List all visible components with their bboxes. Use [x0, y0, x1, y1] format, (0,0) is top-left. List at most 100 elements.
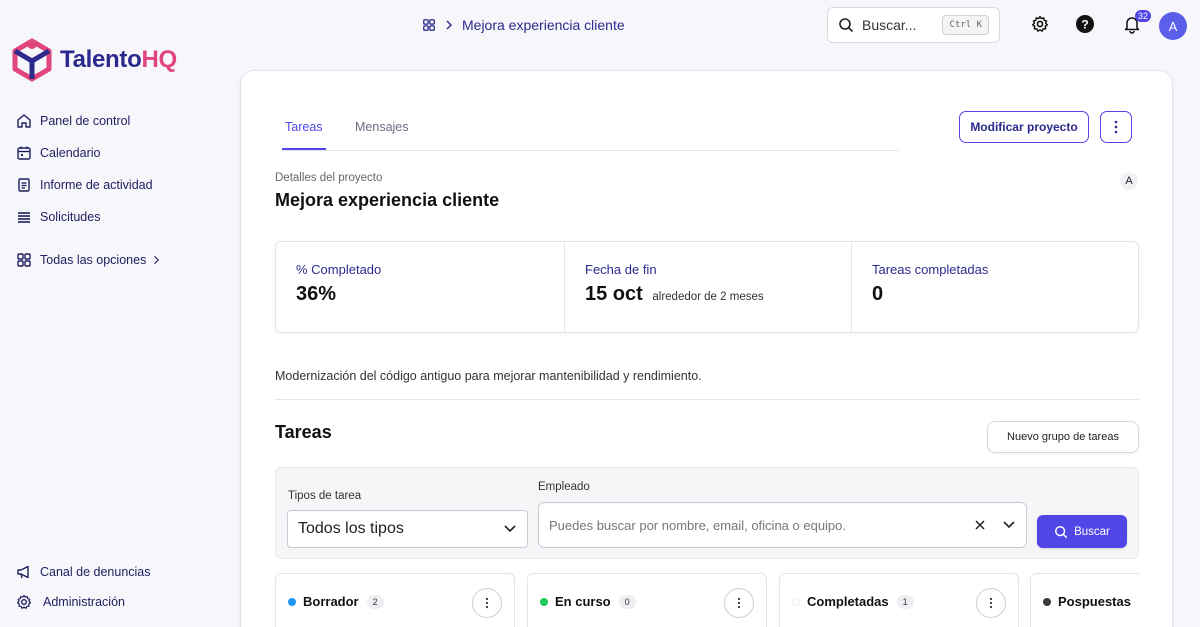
search-icon — [839, 18, 854, 33]
help-icon[interactable]: ? — [1075, 14, 1095, 34]
column-header: Pospuestas — [1043, 594, 1131, 609]
employee-input-controls — [974, 519, 1016, 531]
grid-icon[interactable] — [422, 18, 436, 32]
sidebar-item-panel-de-control[interactable]: Panel de control — [16, 110, 170, 132]
stat-completed-percent: % Completado 36% — [276, 242, 565, 332]
sidebar-item-calendario[interactable]: Calendario — [16, 142, 170, 164]
column-name: Completadas — [807, 594, 889, 609]
notifications-badge: 32 — [1135, 10, 1152, 22]
status-dot — [792, 597, 800, 606]
column-name: En curso — [555, 594, 611, 609]
stat-completed-tasks: Tareas completadas 0 — [852, 242, 1138, 332]
project-stats: % Completado 36% Fecha de fin 15 oct alr… — [275, 241, 1139, 333]
logo-text: TalentoHQ — [60, 46, 177, 74]
stat-value: 15 oct — [585, 283, 643, 305]
edit-project-button[interactable]: Modificar proyecto — [959, 111, 1089, 143]
avatar[interactable]: A — [1159, 12, 1187, 40]
sidebar: TalentoHQ Panel de control Calendario In… — [0, 0, 240, 627]
project-panel: Tareas Mensajes Modificar proyecto Detal… — [240, 70, 1173, 627]
chevron-right-icon — [154, 255, 160, 265]
column-menu-button[interactable] — [472, 588, 502, 618]
clear-icon[interactable] — [974, 519, 986, 531]
sidebar-item-label: Calendario — [40, 146, 101, 160]
employee-placeholder: Puedes buscar por nombre, email, oficina… — [549, 517, 847, 533]
megaphone-icon — [17, 565, 29, 579]
task-column-en-curso: En curso 0 — [527, 573, 767, 627]
search-shortcut: Ctrl K — [942, 15, 989, 35]
project-description: Modernización del código antiguo para me… — [275, 369, 702, 383]
stat-value-wrap: 15 oct alrededor de 2 meses — [585, 283, 831, 306]
search-placeholder: Buscar... — [862, 17, 917, 33]
column-name: Borrador — [303, 594, 359, 609]
employee-label: Empleado — [538, 481, 590, 493]
tab-tareas[interactable]: Tareas — [285, 120, 323, 134]
task-column-borrador: Borrador 2 — [275, 573, 515, 627]
stat-value: 0 — [872, 283, 884, 305]
column-menu-button[interactable] — [724, 588, 754, 618]
report-icon — [18, 178, 30, 192]
more-vertical-icon — [485, 597, 489, 609]
more-vertical-icon — [989, 597, 993, 609]
logo-icon — [12, 38, 52, 82]
chevron-down-icon[interactable] — [1002, 520, 1016, 530]
column-menu-button[interactable] — [976, 588, 1006, 618]
search-input[interactable]: Buscar... Ctrl K — [827, 7, 1000, 43]
stat-end-date: Fecha de fin 15 oct alrededor de 2 meses — [565, 242, 852, 332]
sidebar-item-label: Panel de control — [40, 114, 131, 128]
project-subtitle: Detalles del proyecto — [275, 172, 383, 184]
sidebar-item-canal-de-denuncias[interactable]: Canal de denuncias — [16, 561, 151, 583]
sidebar-item-label: Todas las opciones — [40, 253, 147, 267]
new-task-group-button[interactable]: Nuevo grupo de tareas — [987, 421, 1139, 453]
sidebar-item-administracion[interactable]: Administración — [16, 591, 151, 613]
sidebar-nav: Panel de control Calendario Informe de a… — [16, 110, 170, 281]
task-type-label: Tipos de tarea — [288, 490, 362, 502]
sidebar-item-informe-de-actividad[interactable]: Informe de actividad — [16, 174, 170, 196]
sidebar-item-solicitudes[interactable]: Solicitudes — [16, 206, 170, 228]
divider — [275, 399, 1139, 400]
sidebar-item-label: Informe de actividad — [40, 178, 153, 192]
gear-icon — [16, 594, 32, 609]
stat-value: 36% — [296, 283, 337, 305]
task-columns: Borrador 2 En curso 0 Completadas 1 Posp… — [275, 573, 1139, 627]
column-count: 0 — [618, 594, 636, 609]
column-header: Completadas 1 — [792, 594, 914, 609]
sidebar-item-label: Canal de denuncias — [40, 565, 151, 579]
task-filters: Tipos de tarea Todos los tipos Empleado … — [275, 467, 1139, 559]
page-title: Mejora experiencia cliente — [275, 190, 500, 210]
task-column-completadas: Completadas 1 — [779, 573, 1019, 627]
stat-label: Tareas completadas — [872, 262, 989, 277]
sidebar-item-todas-las-opciones[interactable]: Todas las opciones — [16, 249, 170, 271]
logo[interactable]: TalentoHQ — [12, 38, 177, 82]
status-dot — [288, 597, 296, 606]
task-type-select[interactable]: Todos los tipos — [287, 510, 528, 548]
column-header: En curso 0 — [540, 594, 636, 609]
tab-bar: Tareas Mensajes — [282, 111, 899, 151]
tab-mensajes[interactable]: Mensajes — [355, 120, 409, 134]
search-button[interactable]: Buscar — [1037, 515, 1127, 548]
breadcrumb-current[interactable]: Mejora experiencia cliente — [462, 17, 625, 33]
tasks-section-title: Tareas — [275, 422, 332, 442]
sidebar-item-label: Solicitudes — [40, 210, 101, 224]
column-count: 1 — [896, 594, 914, 609]
task-column-pospuestas: Pospuestas — [1030, 573, 1139, 627]
search-button-label: Buscar — [1074, 525, 1110, 538]
home-icon — [17, 114, 31, 128]
sidebar-item-label: Administración — [43, 595, 125, 609]
logo-text-part2: HQ — [141, 46, 177, 73]
employee-search-input[interactable]: Puedes buscar por nombre, email, oficina… — [538, 502, 1027, 548]
column-header: Borrador 2 — [288, 594, 384, 609]
project-owner-avatar[interactable]: A — [1120, 172, 1138, 190]
chevron-down-icon — [504, 525, 516, 533]
settings-icon[interactable] — [1030, 14, 1050, 34]
project-more-button[interactable] — [1100, 111, 1132, 143]
svg-text:?: ? — [1081, 18, 1088, 32]
list-icon — [18, 212, 30, 223]
grid-icon — [17, 253, 31, 267]
calendar-icon — [17, 146, 31, 160]
status-dot — [540, 597, 548, 606]
more-vertical-icon — [737, 597, 741, 609]
tab-active-indicator — [282, 148, 326, 150]
sidebar-bottom-nav: Canal de denuncias Administración — [16, 561, 151, 621]
logo-text-part1: Talento — [60, 46, 142, 73]
column-count: 2 — [366, 594, 384, 609]
